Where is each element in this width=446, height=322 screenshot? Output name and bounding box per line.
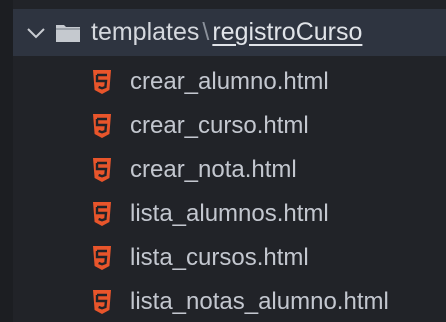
html5-icon <box>92 202 112 226</box>
file-explorer: templates \ registroCurso crear_alumno.htm… <box>0 0 446 322</box>
file-item-lista-alumnos[interactable]: lista_alumnos.html <box>0 192 446 236</box>
path-separator: \ <box>202 18 210 46</box>
file-name: lista_cursos.html <box>130 244 309 271</box>
folder-parent-label: templates <box>91 18 200 46</box>
file-item-lista-notas-alumno[interactable]: lista_notas_alumno.html <box>0 280 446 322</box>
file-name: crear_curso.html <box>130 112 309 139</box>
folder-icon <box>55 22 81 44</box>
file-name: crear_nota.html <box>130 156 297 183</box>
file-name: crear_alumno.html <box>130 68 329 95</box>
html5-icon <box>92 246 112 270</box>
file-name: lista_alumnos.html <box>130 200 329 227</box>
file-item-crear-alumno[interactable]: crear_alumno.html <box>0 60 446 104</box>
chevron-down-icon[interactable] <box>17 9 55 56</box>
html5-icon <box>92 114 112 138</box>
folder-row-registro-curso[interactable]: templates \ registroCurso <box>13 9 446 56</box>
file-item-crear-nota[interactable]: crear_nota.html <box>0 148 446 192</box>
html5-icon <box>92 158 112 182</box>
folder-current-label[interactable]: registroCurso <box>212 18 362 46</box>
file-item-lista-cursos[interactable]: lista_cursos.html <box>0 236 446 280</box>
file-list: crear_alumno.html crear_curso.html crear… <box>0 56 446 322</box>
html5-icon <box>92 290 112 314</box>
file-name: lista_notas_alumno.html <box>130 288 389 315</box>
folder-path: templates \ registroCurso <box>91 9 362 56</box>
file-item-crear-curso[interactable]: crear_curso.html <box>0 104 446 148</box>
html5-icon <box>92 70 112 94</box>
